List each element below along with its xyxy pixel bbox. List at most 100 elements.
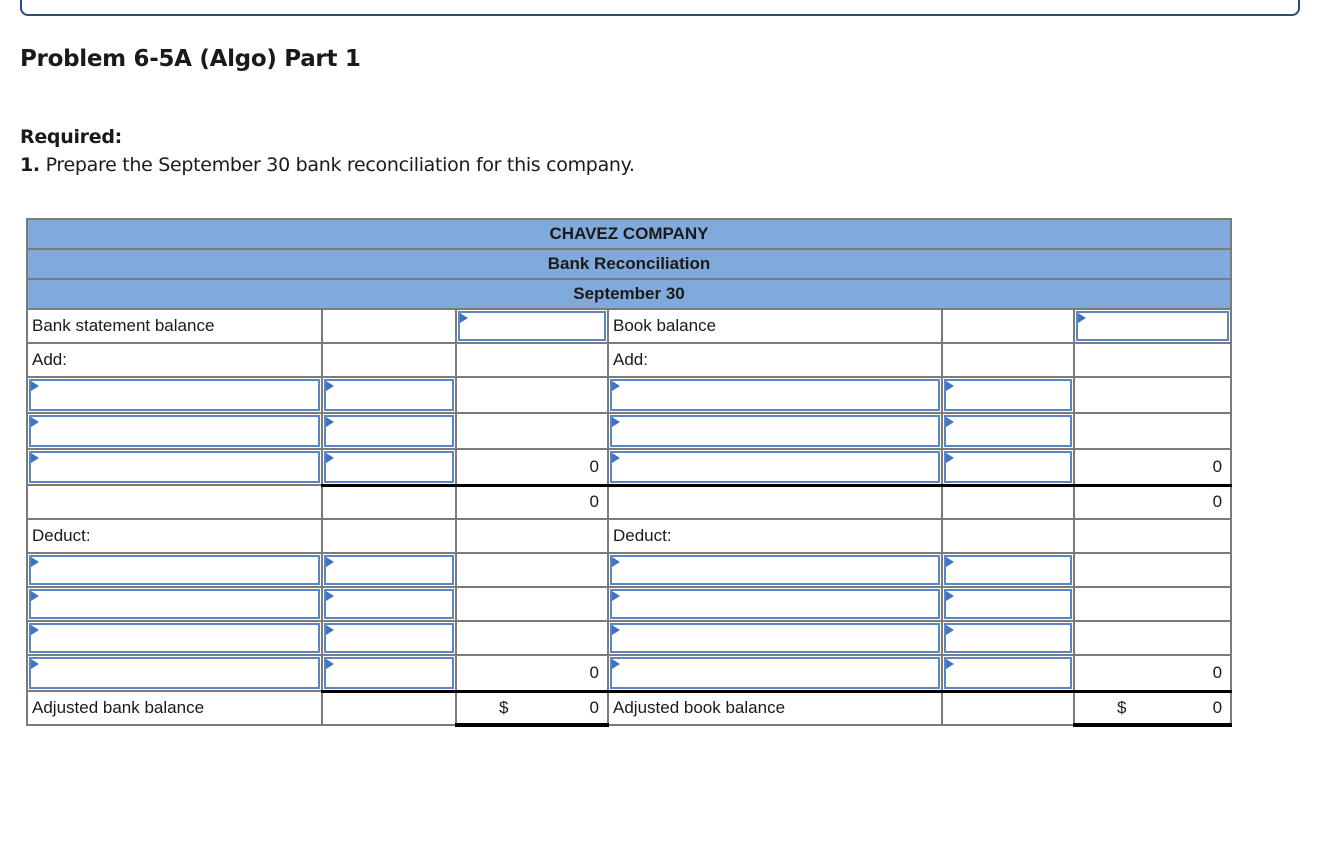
bank-deduct-amount-input-4[interactable]	[326, 659, 452, 687]
bank-add-amount-input-1[interactable]	[326, 381, 452, 409]
dropdown-marker-icon	[31, 591, 39, 601]
book-balance-label: Book balance	[607, 308, 943, 344]
bank-add-total: 0	[455, 448, 609, 487]
bank-add-desc-cell	[26, 412, 323, 450]
book-deduct-desc-input-4[interactable]	[612, 659, 938, 687]
adjusted-bank-value: 0	[589, 697, 599, 717]
bank-add-desc-input-3[interactable]	[31, 453, 318, 481]
adjusted-book-label: Adjusted book balance	[607, 690, 943, 726]
book-add-desc-cell	[607, 376, 943, 414]
empty-cell	[1072, 376, 1233, 414]
empty-cell	[321, 484, 457, 520]
book-deduct-amount-input-3[interactable]	[946, 625, 1070, 651]
empty-cell	[1072, 342, 1233, 378]
bank-add-desc-input-2[interactable]	[31, 417, 318, 445]
bank-add-desc-cell	[26, 448, 323, 486]
dropdown-marker-icon	[946, 381, 954, 391]
page-title: Problem 6-5A (Algo) Part 1	[20, 46, 361, 72]
empty-cell	[26, 484, 323, 520]
book-add-amt-cell	[941, 448, 1075, 487]
book-add-amount-input-1[interactable]	[946, 381, 1070, 409]
dropdown-marker-icon	[31, 659, 39, 669]
book-deduct-desc-input-2[interactable]	[612, 591, 938, 617]
bank-deduct-desc-input-3[interactable]	[31, 625, 318, 651]
book-add-amt-cell	[941, 376, 1075, 414]
bank-add-amt-cell	[321, 376, 457, 414]
book-deduct-desc-cell	[607, 654, 943, 693]
book-deduct-amount-input-1[interactable]	[946, 557, 1070, 583]
empty-cell	[455, 518, 609, 554]
adjusted-bank-cell: $0	[455, 690, 609, 727]
dropdown-marker-icon	[326, 591, 334, 601]
adjusted-bank-label: Adjusted bank balance	[26, 690, 323, 726]
book-deduct-desc-cell	[607, 552, 943, 588]
dropdown-marker-icon	[31, 417, 39, 427]
bank-add-desc-input-1[interactable]	[31, 381, 318, 409]
dropdown-marker-icon	[946, 591, 954, 601]
bank-add-amt-cell	[321, 412, 457, 450]
book-deduct-desc-input-3[interactable]	[612, 625, 938, 651]
dropdown-marker-icon	[326, 625, 334, 635]
empty-cell	[455, 586, 609, 622]
dropdown-marker-icon	[31, 453, 39, 463]
empty-cell	[941, 690, 1075, 726]
dropdown-marker-icon	[31, 381, 39, 391]
bank-deduct-amt-cell	[321, 552, 457, 588]
book-add-desc-input-3[interactable]	[612, 453, 938, 481]
dropdown-marker-icon	[31, 625, 39, 635]
bank-deduct-desc-input-2[interactable]	[31, 591, 318, 617]
book-add-desc-input-1[interactable]	[612, 381, 938, 409]
bank-balance-cell	[455, 308, 609, 344]
bank-add-label: Add:	[26, 342, 323, 378]
bank-balance-label: Bank statement balance	[26, 308, 323, 344]
bank-add-amount-input-3[interactable]	[326, 453, 452, 481]
statement-date: September 30	[25, 278, 1233, 310]
instruction-number: 1.	[20, 154, 40, 176]
bank-deduct-desc-input-4[interactable]	[31, 659, 318, 687]
adjusted-book-value: 0	[1212, 697, 1223, 717]
bank-subtotal: 0	[455, 484, 609, 520]
dropdown-marker-icon	[326, 659, 334, 669]
book-deduct-amount-input-2[interactable]	[946, 591, 1070, 617]
empty-cell	[941, 484, 1075, 520]
dropdown-marker-icon	[1078, 313, 1086, 323]
dropdown-marker-icon	[612, 417, 620, 427]
book-deduct-amount-input-4[interactable]	[946, 659, 1070, 687]
empty-cell	[321, 308, 457, 344]
statement-title: Bank Reconciliation	[25, 248, 1233, 280]
book-add-total: 0	[1072, 448, 1233, 487]
bank-deduct-total: 0	[455, 654, 609, 693]
dropdown-marker-icon	[31, 557, 39, 567]
book-add-amount-input-2[interactable]	[946, 417, 1070, 445]
required-label: Required:	[20, 126, 122, 148]
bank-deduct-amount-input-3[interactable]	[326, 625, 452, 651]
book-add-amount-input-3[interactable]	[946, 453, 1070, 481]
empty-cell	[1072, 552, 1233, 588]
book-add-desc-input-2[interactable]	[612, 417, 938, 445]
dropdown-marker-icon	[326, 557, 334, 567]
dropdown-marker-icon	[326, 381, 334, 391]
empty-cell	[455, 552, 609, 588]
bank-deduct-desc-cell	[26, 620, 323, 656]
book-deduct-amt-cell	[941, 586, 1075, 622]
bank-deduct-desc-input-1[interactable]	[31, 557, 318, 583]
empty-cell	[321, 518, 457, 554]
bank-deduct-amount-input-2[interactable]	[326, 591, 452, 617]
dropdown-marker-icon	[612, 453, 620, 463]
book-deduct-desc-cell	[607, 620, 943, 656]
empty-cell	[1072, 518, 1233, 554]
instruction: 1. Prepare the September 30 bank reconci…	[20, 154, 635, 176]
bank-deduct-amount-input-1[interactable]	[326, 557, 452, 583]
bank-add-amount-input-2[interactable]	[326, 417, 452, 445]
book-balance-input[interactable]	[1078, 313, 1228, 339]
bank-balance-input[interactable]	[460, 313, 604, 339]
book-deduct-desc-input-1[interactable]	[612, 557, 938, 583]
book-balance-cell	[1072, 308, 1233, 344]
bank-reconciliation-table: CHAVEZ COMPANY Bank Reconciliation Septe…	[25, 218, 1233, 727]
book-deduct-total: 0	[1072, 654, 1233, 693]
company-name: CHAVEZ COMPANY	[25, 218, 1233, 250]
book-deduct-amt-cell	[941, 552, 1075, 588]
dropdown-marker-icon	[946, 417, 954, 427]
bank-deduct-desc-cell	[26, 552, 323, 588]
empty-cell	[1072, 412, 1233, 450]
